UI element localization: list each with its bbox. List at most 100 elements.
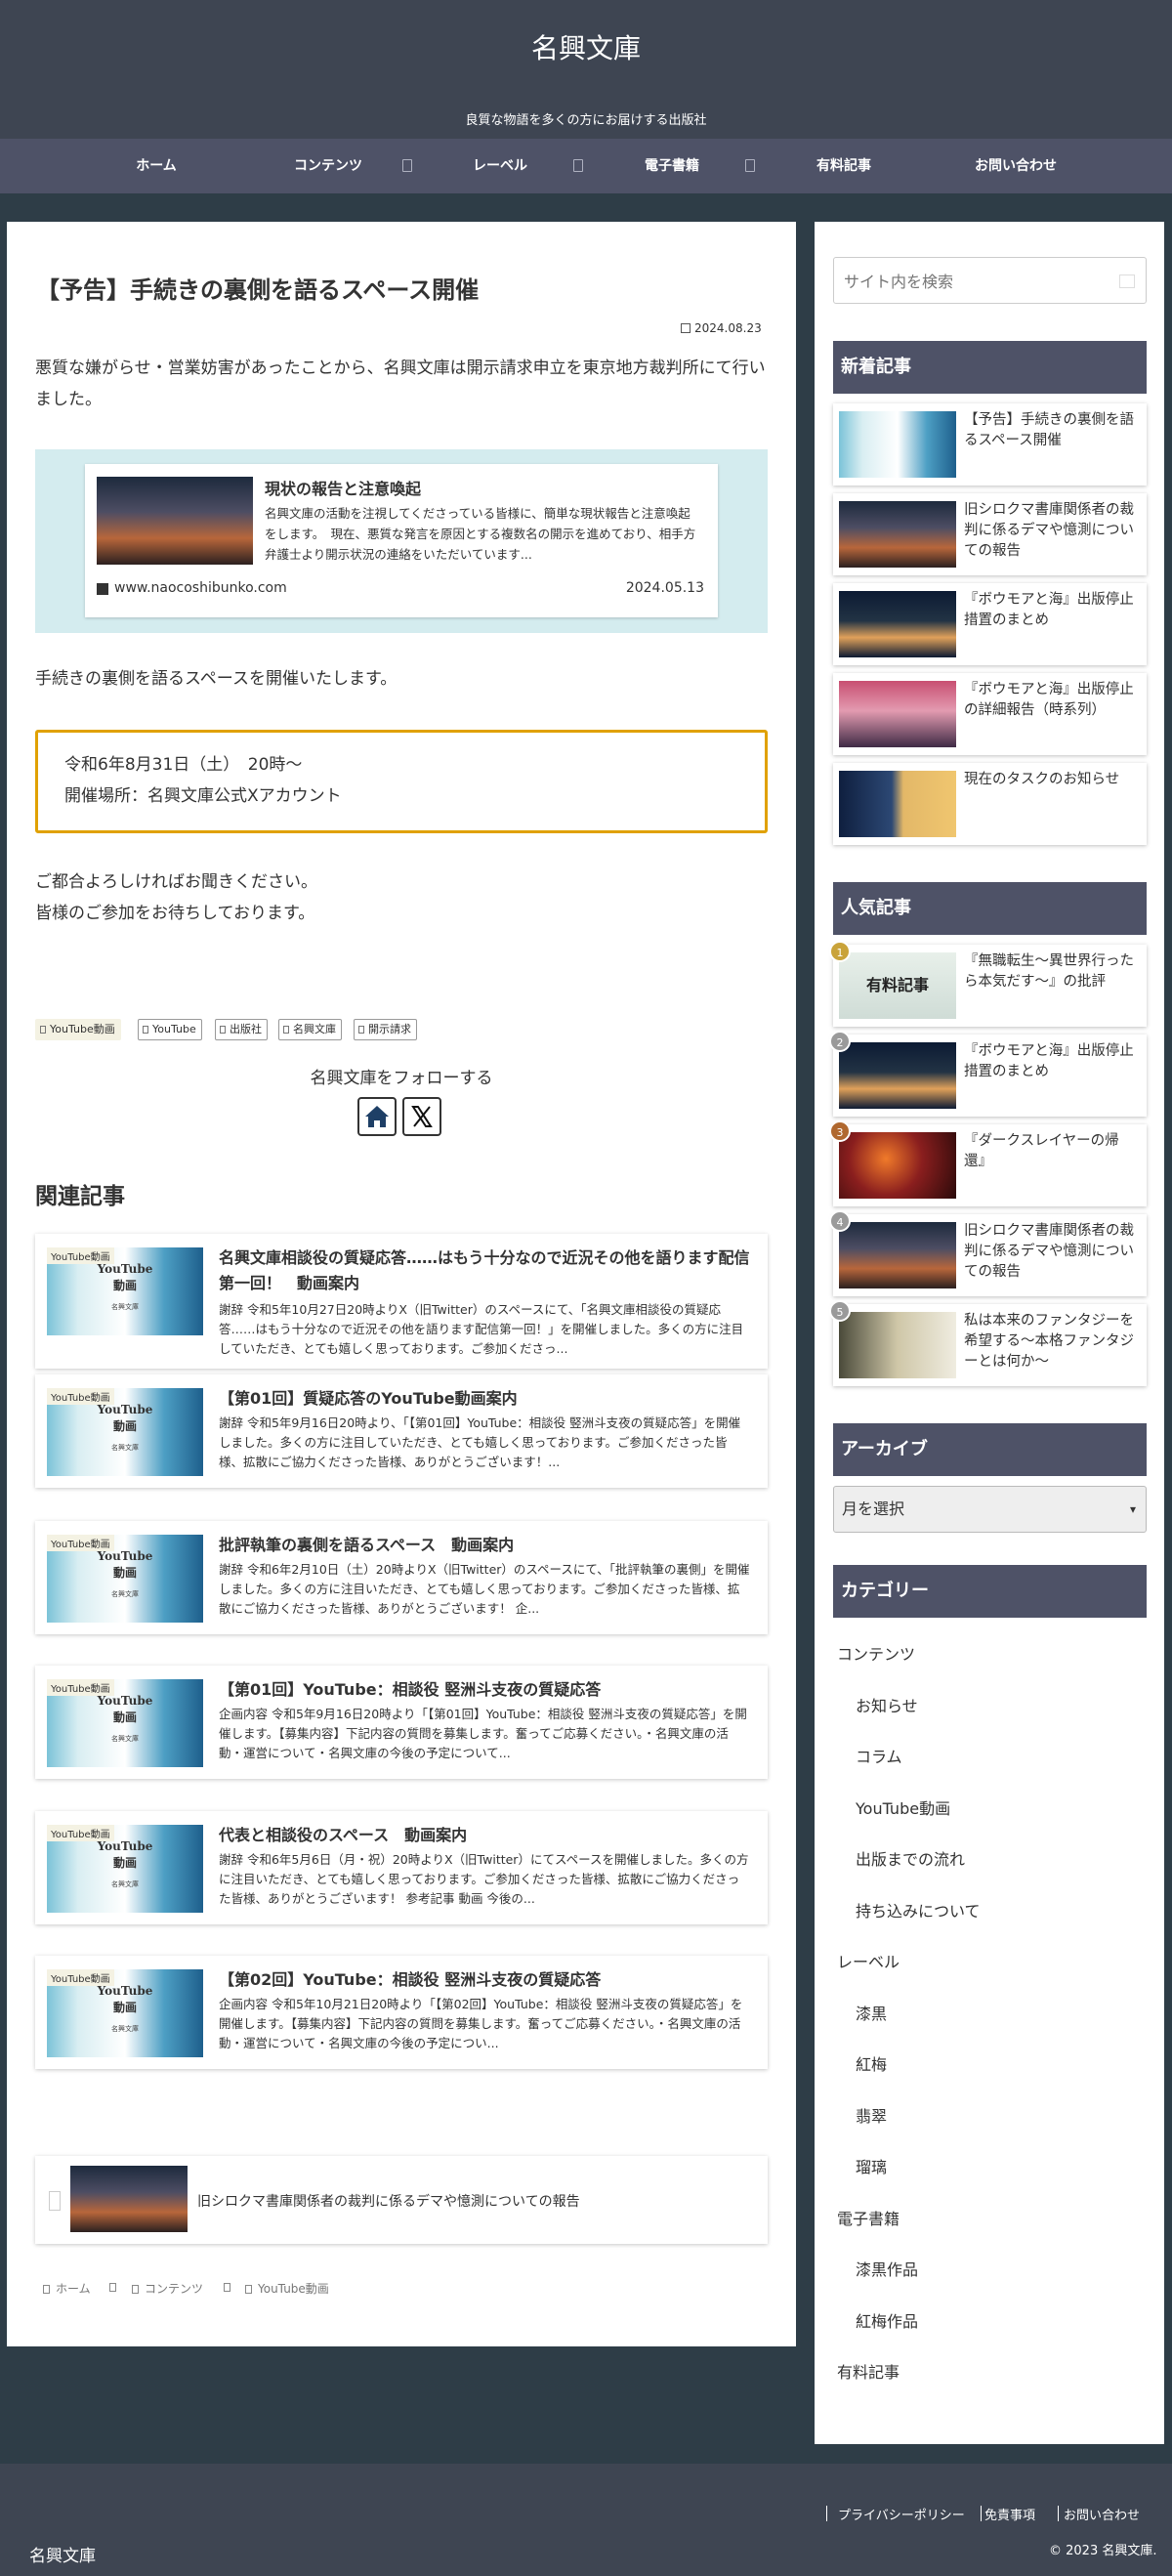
blog-card-title[interactable]: 現状の報告と注意喚起 <box>265 476 421 499</box>
related-post-card[interactable]: YouTube 動画 名興文庫 YouTube動画 【第01回】YouTube：相談役… <box>35 1666 768 1779</box>
breadcrumb-home[interactable]: ホーム <box>43 2280 91 2297</box>
new-post-title[interactable]: 旧シロクマ書庫関係者の裁判に係るデマや憶測についての報告 <box>964 500 1140 562</box>
category-link[interactable]: 持ち込みについて <box>856 1898 981 1921</box>
new-post-card[interactable]: 『ボウモアと海』出版停止措置のまとめ <box>833 583 1147 665</box>
popular-post-title[interactable]: 『ダークスレイヤーの帰還』 <box>964 1131 1140 1172</box>
new-post-title[interactable]: 『ボウモアと海』出版停止措置のまとめ <box>964 590 1140 631</box>
related-post-title[interactable]: 【第01回】YouTube：相談役 竪洲斗支夜の質疑応答 <box>219 1677 751 1703</box>
post-tag[interactable]: 出版社 <box>215 1019 268 1040</box>
prev-post-title[interactable]: 旧シロクマ書庫関係者の裁判に係るデマや憶測についての報告 <box>197 2191 580 2211</box>
youtube-thumbnail-image: YouTube 動画 名興文庫 YouTube動画 <box>47 1679 203 1767</box>
search-box[interactable] <box>833 257 1147 304</box>
thumbnail-caption: YouTube 動画 <box>97 1839 153 1870</box>
related-post-thumbnail: YouTube 動画 名興文庫 YouTube動画 <box>47 1679 203 1767</box>
popular-post-card[interactable]: 5 私は本来のファンタジーを希望する〜本格ファンタジーとは何か〜 <box>829 1300 1147 1386</box>
related-post-card[interactable]: YouTube 動画 名興文庫 YouTube動画 名興文庫相談役の質疑応答……はもう… <box>35 1234 768 1369</box>
footer-link-contact[interactable]: お問い合わせ <box>1064 2505 1140 2523</box>
post-tag[interactable]: 開示請求 <box>354 1019 417 1040</box>
chevron-down-icon[interactable] <box>745 159 755 172</box>
category-link[interactable]: 瑠璃 <box>856 2154 887 2177</box>
category-link[interactable]: 漆黒 <box>856 2001 887 2024</box>
category-link[interactable]: YouTube動画 <box>856 1795 950 1819</box>
related-post-title[interactable]: 【第02回】YouTube：相談役 竪洲斗支夜の質疑応答 <box>219 1967 751 1993</box>
nav-item-home[interactable]: ホーム <box>78 139 234 193</box>
x-follow-button[interactable] <box>402 1097 441 1136</box>
home-follow-button[interactable] <box>357 1097 397 1136</box>
new-post-card[interactable]: 旧シロクマ書庫関係者の裁判に係るデマや憶測についての報告 <box>833 493 1147 575</box>
nav-item-paid-articles[interactable]: 有料記事 <box>766 139 922 193</box>
related-post-card[interactable]: YouTube 動画 名興文庫 YouTube動画 批評執筆の裏側を語るスペース 動画… <box>35 1521 768 1634</box>
related-post-snippet: 謝辞 令和5年9月16日20時より、「【第01回】YouTube：相談役 竪洲斗… <box>219 1415 741 1469</box>
new-post-title[interactable]: 【予告】手続きの裏側を語るスペース開催 <box>964 410 1140 451</box>
popular-post-title[interactable]: 旧シロクマ書庫関係者の裁判に係るデマや憶測についての報告 <box>964 1221 1140 1283</box>
rank-badge: 4 <box>829 1210 851 1232</box>
new-post-title[interactable]: 現在のタスクのお知らせ <box>964 770 1140 790</box>
category-link[interactable]: 紅梅 <box>856 2051 887 2075</box>
popular-post-card[interactable]: 3 『ダークスレイヤーの帰還』 <box>829 1120 1147 1206</box>
category-link[interactable]: コラム <box>856 1744 902 1767</box>
site-title[interactable]: 名興文庫 <box>0 27 1172 66</box>
post-date-text: 2024.08.23 <box>694 321 762 335</box>
tag-icon <box>358 1026 364 1034</box>
related-post-title[interactable]: 【第01回】質疑応答のYouTube動画案内 <box>219 1386 751 1412</box>
breadcrumb-contents[interactable]: コンテンツ <box>132 2280 203 2297</box>
popular-post-title[interactable]: 『無職転生〜異世界行ったら本気だす〜』の批評 <box>964 951 1140 992</box>
chevron-right-icon <box>109 2283 116 2292</box>
new-post-card[interactable]: 『ボウモアと海』出版停止の詳細報告（時系列） <box>833 673 1147 755</box>
related-post-card[interactable]: YouTube 動画 名興文庫 YouTube動画 代表と相談役のスペース 動画案内謝… <box>35 1811 768 1924</box>
rank-badge: 2 <box>829 1031 851 1052</box>
nav-item-contents[interactable]: コンテンツ <box>250 139 406 193</box>
related-post-thumbnail: YouTube 動画 名興文庫 YouTube動画 <box>47 1388 203 1476</box>
popular-post-card[interactable]: 1 有料記事 『無職転生〜異世界行ったら本気だす〜』の批評 <box>829 941 1147 1027</box>
archive-select[interactable]: 月を選択 ▾ <box>833 1486 1147 1533</box>
category-heading: カテゴリー <box>833 1565 1147 1618</box>
category-link[interactable]: 紅梅作品 <box>856 2308 918 2332</box>
rank-badge: 3 <box>829 1120 851 1142</box>
nav-item-ebooks[interactable]: 電子書籍 <box>594 139 750 193</box>
category-link[interactable]: レーベル <box>837 1949 900 1972</box>
related-post-title[interactable]: 批評執筆の裏側を語るスペース 動画案内 <box>219 1533 751 1558</box>
thumbnail-caption: YouTube 動画 <box>97 1403 153 1433</box>
popular-post-card[interactable]: 4 旧シロクマ書庫関係者の裁判に係るデマや憶測についての報告 <box>829 1210 1147 1296</box>
new-post-card[interactable]: 現在のタスクのお知らせ <box>833 763 1147 845</box>
search-input[interactable] <box>844 270 1098 293</box>
nav-item-label[interactable]: レーベル <box>422 139 578 193</box>
new-post-card[interactable]: 【予告】手続きの裏側を語るスペース開催 <box>833 403 1147 486</box>
footer-link-privacy[interactable]: プライバシーポリシー <box>838 2505 965 2523</box>
related-post-card[interactable]: YouTube 動画 名興文庫 YouTube動画 【第01回】質疑応答のYouTub… <box>35 1374 768 1488</box>
breadcrumb-youtube[interactable]: YouTube動画 <box>245 2280 329 2297</box>
related-post-title[interactable]: 名興文庫相談役の質疑応答……はもう十分なので近況その他を語ります配信第一回！ 動… <box>219 1246 751 1296</box>
popular-post-card[interactable]: 2 『ボウモアと海』出版停止措置のまとめ <box>829 1031 1147 1117</box>
category-link[interactable]: 有料記事 <box>837 2359 900 2383</box>
post-tag[interactable]: 名興文庫 <box>278 1019 342 1040</box>
category-label: YouTube動画 <box>47 1679 114 1696</box>
category-link[interactable]: お知らせ <box>856 1693 918 1716</box>
footer-site-name[interactable]: 名興文庫 <box>29 2542 96 2566</box>
blog-card[interactable]: 現状の報告と注意喚起 名興文庫の活動を注視してくださっている皆様に、簡単な現状報… <box>85 464 718 617</box>
related-post-title[interactable]: 代表と相談役のスペース 動画案内 <box>219 1823 751 1848</box>
footer-divider <box>826 2506 827 2521</box>
post-tag[interactable]: YouTube <box>138 1019 202 1040</box>
post-intro: 悪質な嫌がらせ・営業妨害があったことから、名興文庫は開示請求申立を東京地方裁判所… <box>35 359 766 409</box>
new-post-thumbnail <box>839 591 956 657</box>
popular-post-title[interactable]: 私は本来のファンタジーを希望する〜本格ファンタジーとは何か〜 <box>964 1311 1140 1372</box>
popular-post-title[interactable]: 『ボウモアと海』出版停止措置のまとめ <box>964 1041 1140 1082</box>
folder-icon <box>245 2285 252 2294</box>
chevron-down-icon[interactable] <box>573 159 583 172</box>
new-post-title[interactable]: 『ボウモアと海』出版停止の詳細報告（時系列） <box>964 680 1140 721</box>
category-tag[interactable]: YouTube動画 <box>35 1019 121 1040</box>
breadcrumb-sep-1 <box>109 2280 122 2294</box>
category-link[interactable]: 出版までの流れ <box>856 1846 965 1870</box>
prev-post-link[interactable]: 旧シロクマ書庫関係者の裁判に係るデマや憶測についての報告 <box>35 2156 768 2244</box>
category-link[interactable]: 翡翠 <box>856 2103 887 2127</box>
footer-link-disclaimer[interactable]: 免責事項 <box>984 2505 1035 2523</box>
blog-card-excerpt: 名興文庫の活動を注視してくださっている皆様に、簡単な現状報告と注意喚起をします。… <box>265 506 696 562</box>
popular-post-thumbnail <box>839 1132 956 1199</box>
search-icon[interactable] <box>1119 274 1135 288</box>
category-link[interactable]: コンテンツ <box>837 1641 915 1665</box>
category-link[interactable]: 電子書籍 <box>837 2206 900 2229</box>
category-link[interactable]: 漆黒作品 <box>856 2257 918 2280</box>
nav-item-contact[interactable]: お問い合わせ <box>938 139 1094 193</box>
chevron-down-icon[interactable] <box>402 159 412 172</box>
related-post-card[interactable]: YouTube 動画 名興文庫 YouTube動画 【第02回】YouTube：相談役… <box>35 1956 768 2069</box>
